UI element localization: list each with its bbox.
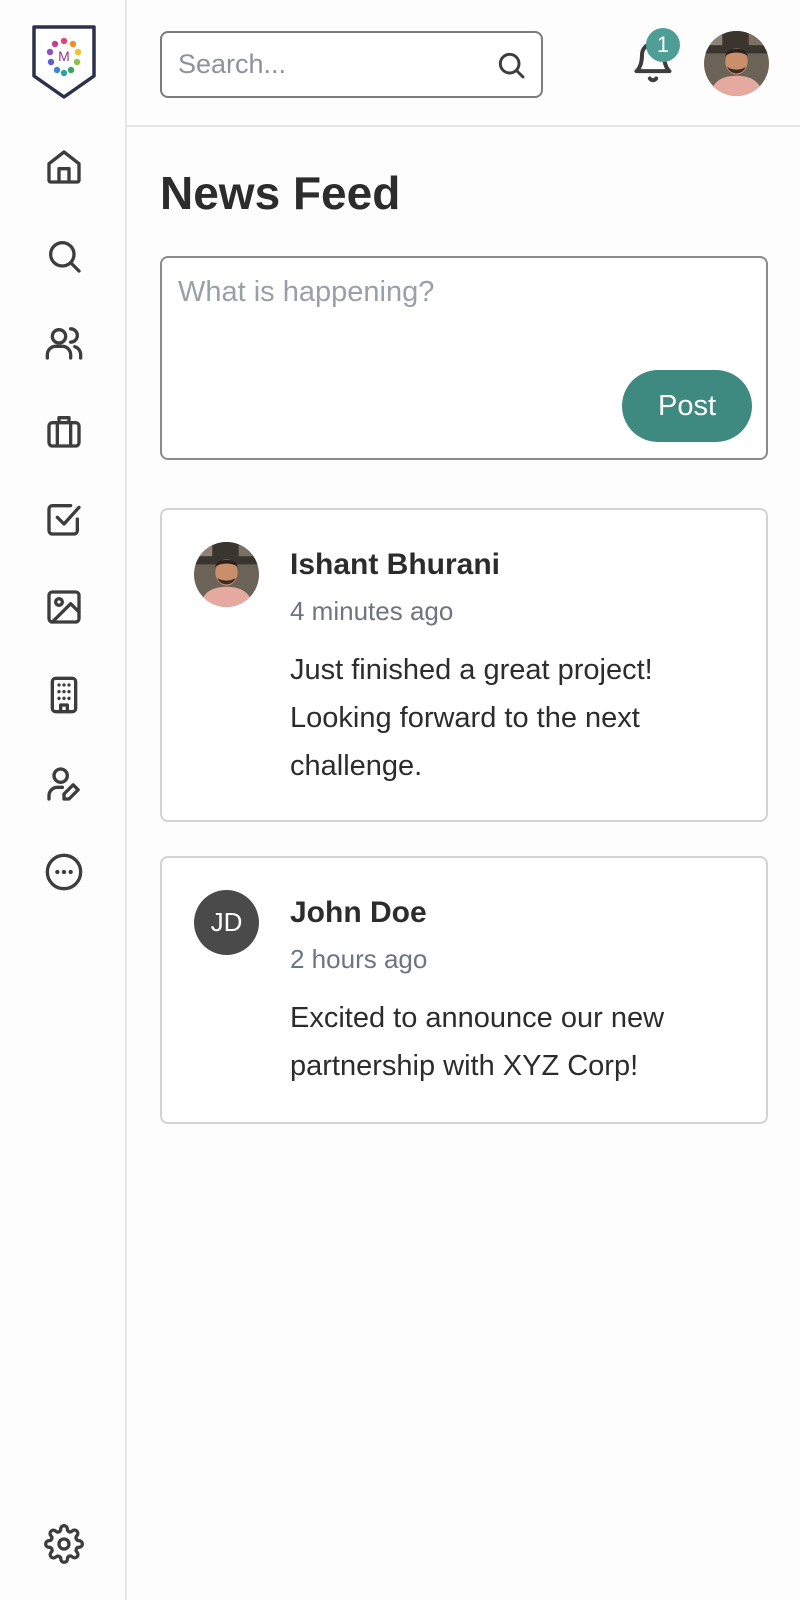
- sidebar-item-jobs[interactable]: [40, 407, 88, 455]
- user-avatar[interactable]: [704, 31, 769, 96]
- author-name[interactable]: Ishant Bhurani: [290, 548, 500, 582]
- home-icon: [47, 150, 81, 184]
- post-timestamp: 4 minutes ago: [290, 596, 454, 626]
- post-timestamp: 2 hours ago: [290, 944, 428, 974]
- sidebar-item-search[interactable]: [40, 232, 88, 280]
- sidebar-item-media[interactable]: [40, 583, 88, 631]
- author-name[interactable]: John Doe: [290, 896, 427, 930]
- composer-input[interactable]: [178, 276, 748, 376]
- post-content: Just finished a great project! Looking f…: [290, 654, 653, 782]
- sidebar-item-tasks[interactable]: [40, 495, 88, 543]
- sidebar-item-settings[interactable]: [40, 1520, 88, 1568]
- sidebar-item-home[interactable]: [40, 143, 88, 191]
- top-header: 1: [127, 0, 800, 127]
- app-root: M Search... 1 News Feed What is happenin…: [0, 0, 800, 1600]
- briefcase-icon: [47, 416, 81, 448]
- sidebar-item-people[interactable]: [40, 319, 88, 367]
- post-card: JD John Doe 2 hours ago Excited to annou…: [160, 856, 768, 1124]
- post-card: Ishant Bhurani 4 minutes ago Just finish…: [160, 508, 768, 822]
- search-input[interactable]: [178, 33, 478, 96]
- search-icon: [49, 241, 81, 273]
- brand-letter: M: [58, 48, 70, 64]
- post-content: Excited to announce our new partnership …: [290, 1002, 665, 1082]
- sidebar-item-profile-edit[interactable]: [40, 760, 88, 808]
- building-icon: [50, 676, 78, 714]
- checkbox-icon: [47, 504, 81, 536]
- search-icon[interactable]: [495, 49, 527, 81]
- gear-icon: [44, 1524, 84, 1564]
- author-avatar[interactable]: JD: [194, 890, 259, 955]
- author-avatar[interactable]: [194, 542, 259, 607]
- page-title: News Feed: [160, 167, 401, 219]
- post-button[interactable]: Post: [622, 370, 752, 442]
- post-composer: Post: [160, 256, 768, 460]
- users-icon: [45, 327, 83, 360]
- search-box: [160, 31, 543, 98]
- sidebar: M: [0, 0, 127, 1600]
- brand-logo[interactable]: M: [31, 24, 97, 100]
- user-edit-icon: [47, 767, 80, 801]
- sidebar-item-more[interactable]: [40, 848, 88, 896]
- sidebar-item-companies[interactable]: [40, 671, 88, 719]
- image-icon: [47, 590, 81, 624]
- more-icon: [45, 853, 83, 891]
- notification-badge: 1: [646, 28, 680, 62]
